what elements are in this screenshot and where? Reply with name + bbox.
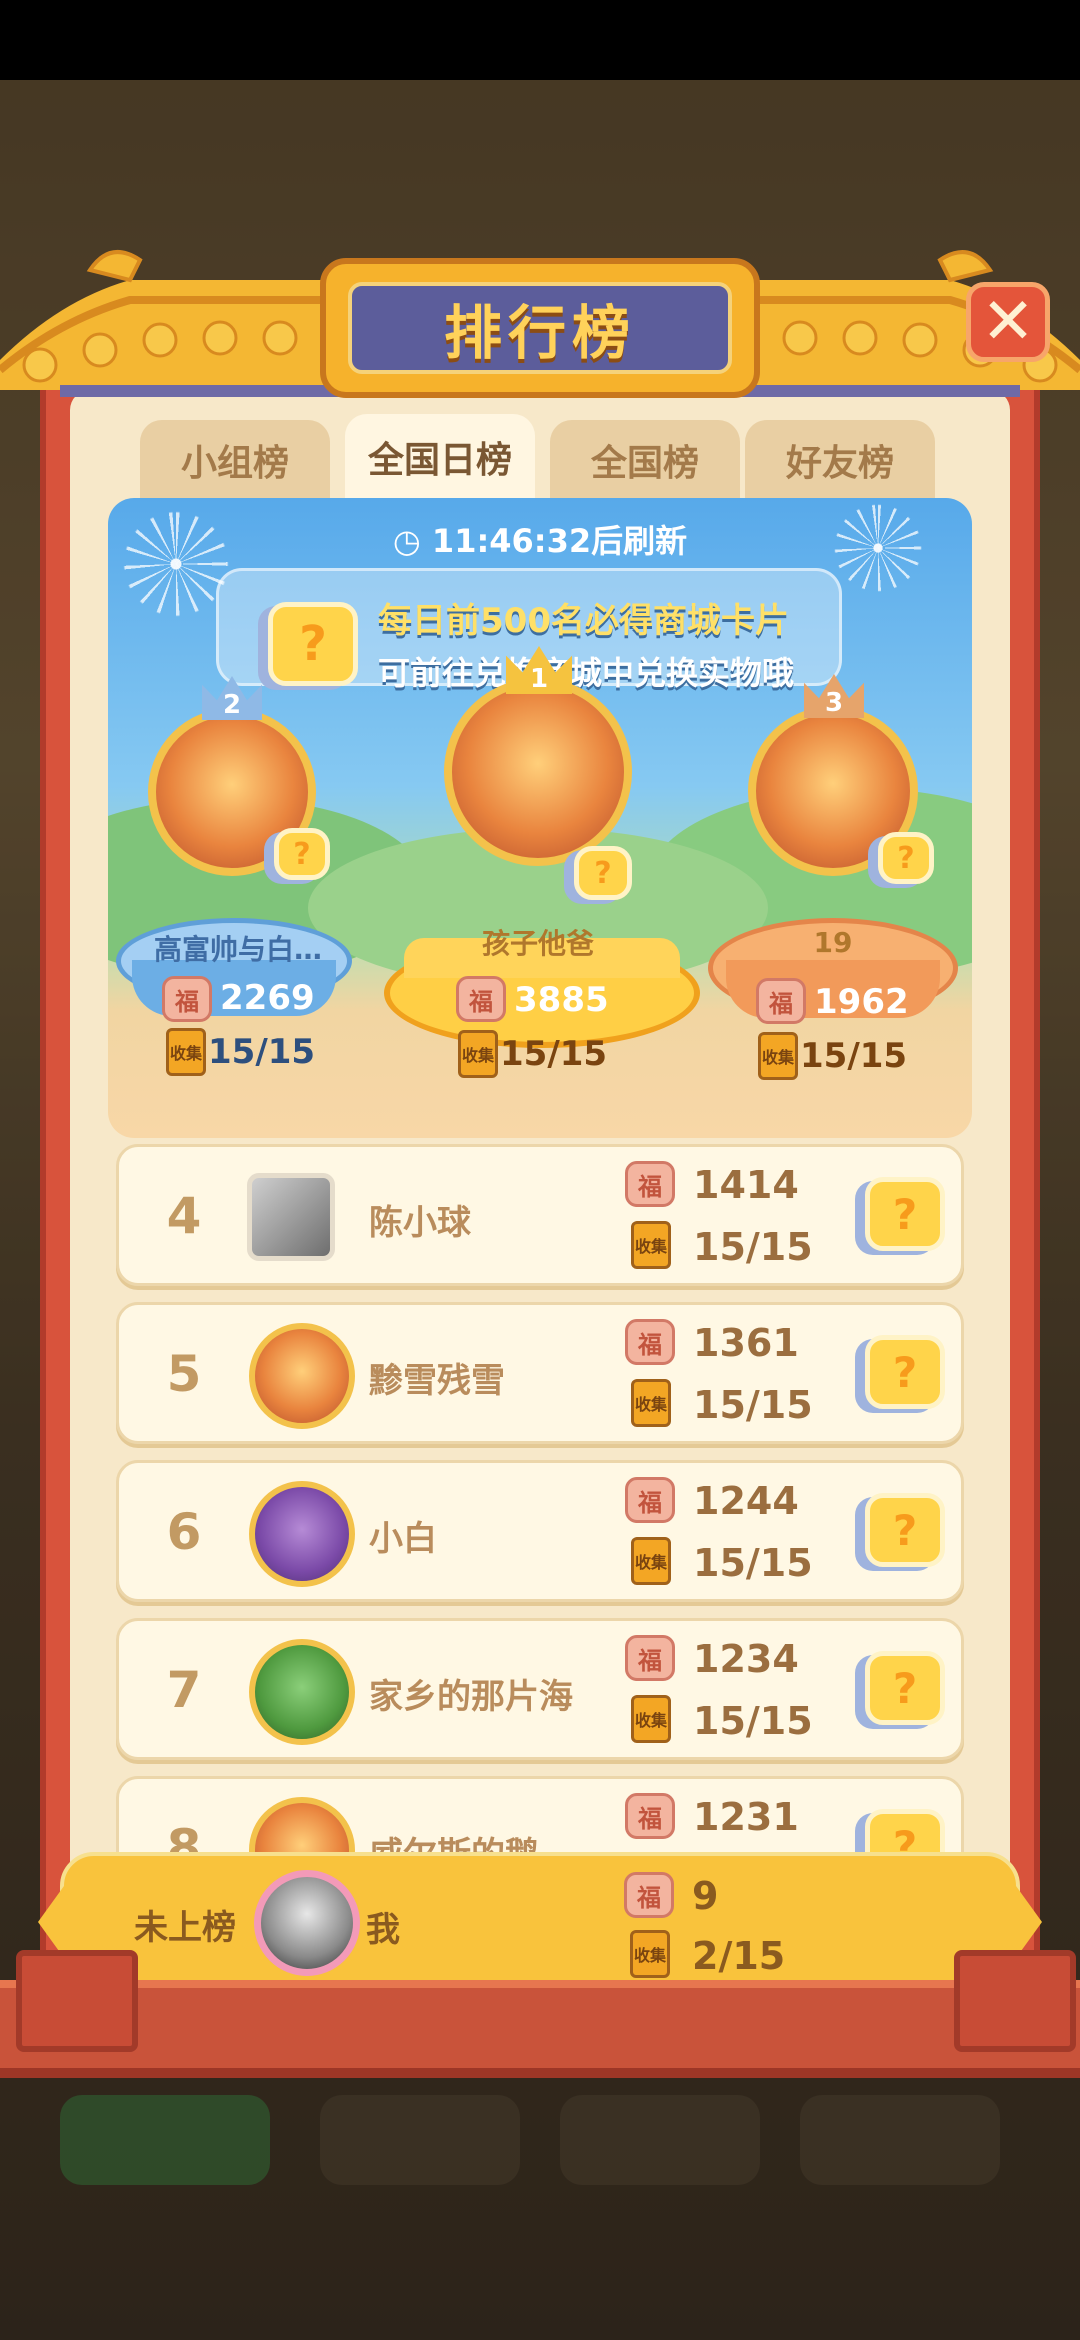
tab-friends[interactable]: 好友榜 [745, 420, 935, 500]
list-item[interactable]: 5 黪雪残雪 福 1361 收集 15/15 ? [116, 1302, 964, 1444]
page-title: 排行榜 [443, 299, 636, 367]
avatar [254, 1870, 360, 1976]
mystery-card-icon: ? [574, 846, 632, 900]
mystery-card-icon[interactable]: ? [865, 1651, 945, 1725]
player-progress: 15/15 [693, 1699, 813, 1743]
player-score: 1234 [693, 1637, 799, 1681]
mystery-card-icon[interactable]: ? [865, 1335, 945, 1409]
mystery-card-icon[interactable]: ? [865, 1493, 945, 1567]
podium-name: 19 [813, 926, 853, 959]
mystery-card-icon[interactable]: ? [865, 1177, 945, 1251]
avatar [249, 1639, 355, 1745]
clock-icon: ◷ [392, 522, 421, 560]
rank-number: 6 [166, 1503, 202, 1561]
book-icon: 收集 [758, 1032, 798, 1080]
top-three-banner: ◷ 11:46:32后刷新 ? 每日前500名必得商城卡片 可前往兑换商城中兑换… [108, 498, 972, 1138]
tab-national-daily[interactable]: 全国日榜 [345, 414, 535, 500]
status-bar [0, 0, 1080, 80]
player-progress: 15/15 [693, 1225, 813, 1269]
podium-score: 1962 [814, 982, 909, 1022]
reward-info-line2: 可前往兑换商城中兑换实物哦 [378, 654, 795, 692]
tab-bar: 小组榜 全国日榜 全国榜 好友榜 [140, 414, 940, 500]
reward-info-line1: 每日前500名必得商城卡片 [378, 601, 789, 641]
avatar [247, 1173, 335, 1261]
book-icon: 收集 [631, 1379, 671, 1427]
mystery-card-icon: ? [274, 828, 330, 880]
rank-number: 5 [166, 1345, 202, 1403]
podium-progress: 15/15 [500, 1034, 608, 1074]
list-item[interactable]: 8 威尔斯的鹅 福 1231 ? [116, 1776, 964, 1854]
panel-base [0, 1980, 1080, 2078]
fu-icon: 福 [625, 1319, 675, 1365]
podium-score: 2269 [220, 978, 315, 1018]
avatar [249, 1797, 355, 1854]
fu-icon: 福 [625, 1161, 675, 1207]
rank-number: 8 [166, 1819, 202, 1854]
base-post-left [16, 1950, 138, 2052]
player-score: 1361 [693, 1321, 799, 1365]
podium-name: 孩子他爸 [481, 927, 594, 960]
avatar [444, 678, 632, 866]
player-name: 陈小球 [369, 1203, 471, 1243]
refresh-timer: ◷ 11:46:32后刷新 [392, 522, 688, 560]
player-name: 威尔斯的鹅 [369, 1827, 539, 1854]
podium-score: 3885 [514, 980, 609, 1020]
my-rank-bar[interactable]: 未上榜 我 福 9 收集 2/15 [38, 1852, 1042, 1988]
fu-icon: 福 [625, 1635, 675, 1681]
player-progress: 15/15 [693, 1383, 813, 1427]
player-score: 1414 [693, 1163, 799, 1207]
background-buttons [60, 2095, 1020, 2185]
player-name: 黪雪残雪 [369, 1361, 505, 1401]
mystery-card-icon: ? [878, 832, 934, 884]
mystery-card-icon[interactable]: ? [865, 1809, 945, 1854]
player-score: 1244 [693, 1479, 799, 1523]
fu-icon: 福 [625, 1477, 675, 1523]
tab-national[interactable]: 全国榜 [550, 420, 740, 500]
fu-icon: 福 [624, 1872, 674, 1918]
book-icon: 收集 [631, 1537, 671, 1585]
book-icon: 收集 [458, 1030, 498, 1078]
my-progress: 2/15 [692, 1934, 786, 1978]
my-name: 我 [366, 1910, 400, 1950]
book-icon: 收集 [631, 1695, 671, 1743]
podium-name: 高富帅与白… [153, 933, 322, 966]
rank-number: 4 [166, 1187, 202, 1245]
player-progress: 15/15 [693, 1541, 813, 1585]
close-button[interactable]: ✕ [966, 282, 1050, 362]
tab-group[interactable]: 小组榜 [140, 420, 330, 500]
base-post-right [954, 1950, 1076, 2052]
podium-progress: 15/15 [208, 1032, 316, 1072]
my-score: 9 [692, 1874, 719, 1918]
my-rank-status: 未上榜 [134, 1908, 236, 1948]
player-score: 1231 [693, 1795, 799, 1839]
book-icon: 收集 [631, 1221, 671, 1269]
list-item[interactable]: 6 小白 福 1244 收集 15/15 ? [116, 1460, 964, 1602]
avatar [249, 1323, 355, 1429]
fu-icon: 福 [162, 976, 212, 1022]
rank-number: 7 [166, 1661, 202, 1719]
fu-icon: 福 [456, 976, 506, 1022]
player-name: 小白 [369, 1519, 437, 1559]
mystery-card-icon: ? [268, 602, 358, 686]
fu-icon: 福 [625, 1793, 675, 1839]
list-item[interactable]: 7 家乡的那片海 福 1234 收集 15/15 ? [116, 1618, 964, 1760]
ranking-list[interactable]: 4 陈小球 福 1414 收集 15/15 ? 5 黪雪残雪 福 1361 收集… [116, 1144, 964, 1854]
book-icon: 收集 [166, 1028, 206, 1076]
player-name: 家乡的那片海 [369, 1677, 573, 1717]
title-plate: 排行榜 [320, 258, 760, 398]
book-icon: 收集 [630, 1930, 670, 1978]
list-item[interactable]: 4 陈小球 福 1414 收集 15/15 ? [116, 1144, 964, 1286]
close-icon: ✕ [981, 285, 1035, 359]
avatar [249, 1481, 355, 1587]
podium-progress: 15/15 [800, 1036, 908, 1076]
fu-icon: 福 [756, 978, 806, 1024]
